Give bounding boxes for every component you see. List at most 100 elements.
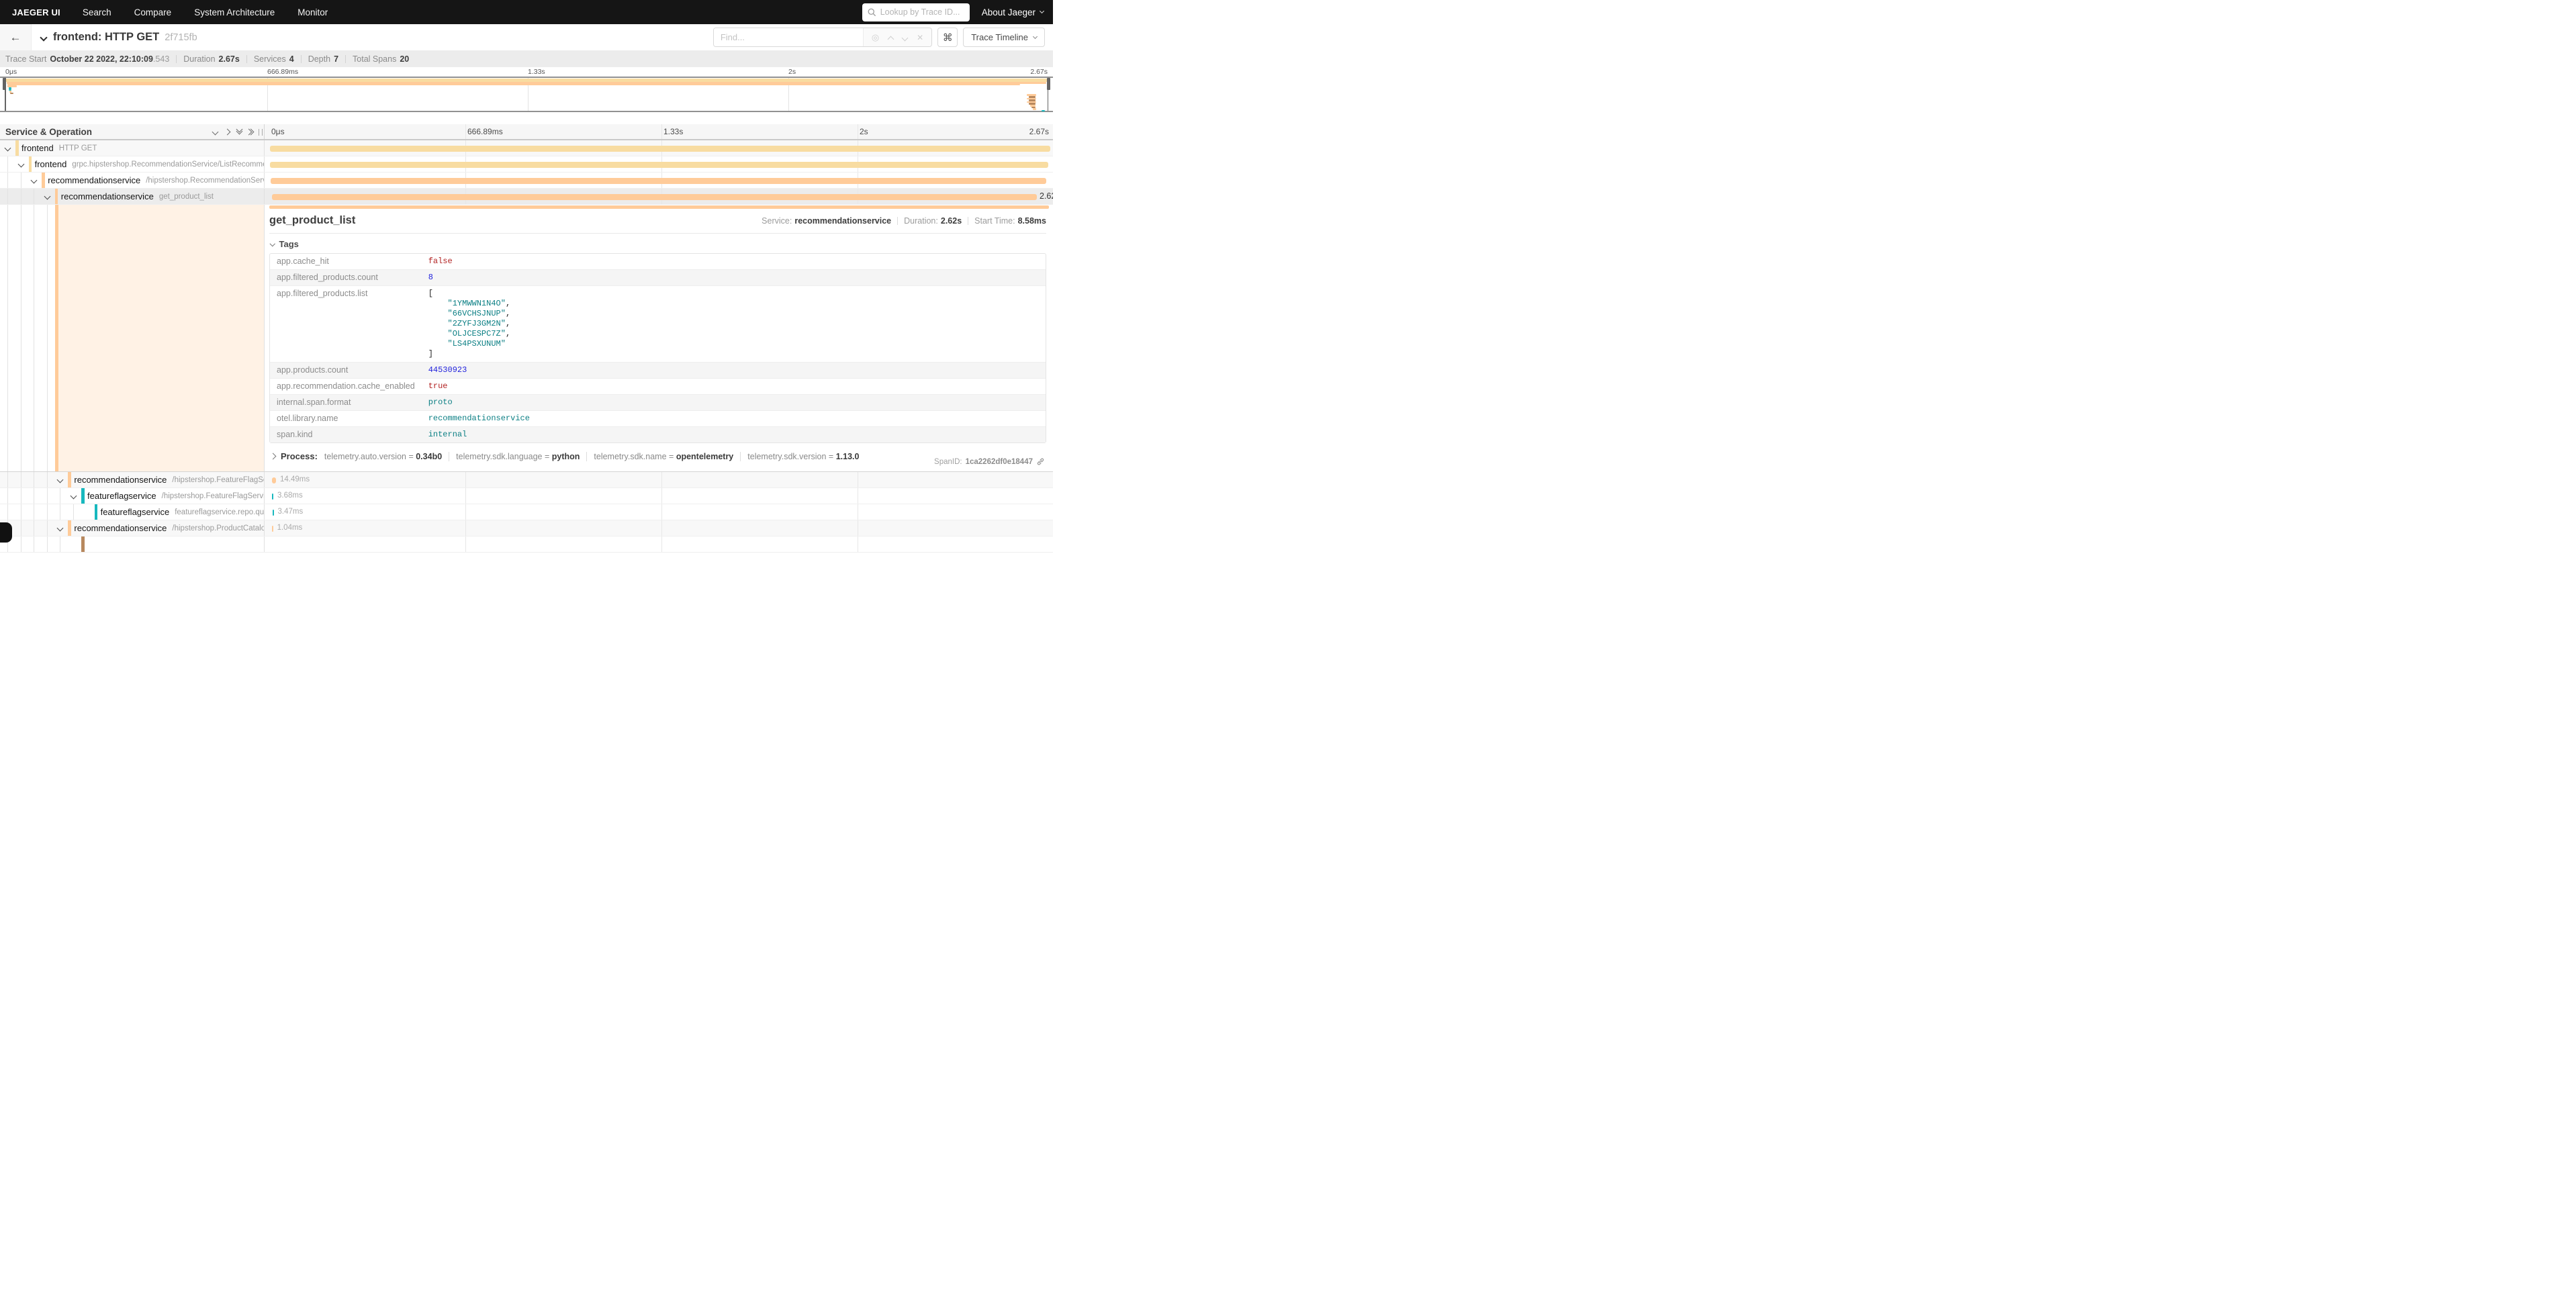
summary-value: 20	[400, 54, 409, 64]
equals-sign: =	[545, 452, 552, 461]
span-duration-bar[interactable]	[272, 194, 1037, 200]
collapse-trace-chevron[interactable]	[41, 32, 46, 44]
span-service-name[interactable]: frontend	[21, 143, 54, 153]
collapse-one-icon[interactable]	[212, 128, 219, 135]
tag-value: proto	[422, 395, 1046, 411]
minimap-left-drag-handle[interactable]	[3, 78, 6, 90]
duration-label: Duration:	[904, 216, 938, 226]
gridline	[465, 536, 466, 552]
about-jaeger-menu[interactable]: About Jaeger	[982, 7, 1044, 17]
nav-item-search[interactable]: Search	[71, 7, 123, 17]
span-service-name[interactable]: frontend	[35, 159, 67, 169]
ruler-tick: 666.89ms	[267, 68, 298, 76]
tag-row: app.cache_hitfalse	[270, 254, 1046, 270]
span-row[interactable]: recommendationservice/hipstershop.Featur…	[0, 472, 1053, 488]
span-timeline-cell[interactable]: 3.47ms	[264, 504, 1053, 520]
span-duration-bar[interactable]	[273, 510, 274, 516]
span-duration-bar[interactable]	[272, 477, 276, 483]
expand-span-chevron[interactable]	[5, 145, 11, 152]
previous-match-icon[interactable]	[888, 36, 894, 42]
service-color-bar	[55, 189, 58, 204]
trace-id-lookup[interactable]	[862, 3, 970, 21]
tags-table: app.cache_hitfalseapp.filtered_products.…	[269, 253, 1046, 443]
span-timeline-cell[interactable]: 14.49ms	[264, 472, 1053, 487]
json-string: "1YMWWN1N4O"	[448, 299, 506, 308]
expand-span-chevron[interactable]	[57, 525, 64, 532]
collapse-all-icon[interactable]	[237, 130, 242, 134]
process-kv: telemetry.sdk.version = 1.13.0	[747, 452, 859, 461]
span-timeline-cell[interactable]	[264, 156, 1053, 172]
tag-value: recommendationservice	[422, 411, 1046, 427]
expand-all-icon[interactable]	[249, 130, 253, 134]
span-service-name[interactable]: recommendationservice	[74, 523, 167, 533]
tags-section-toggle[interactable]: Tags	[271, 239, 1046, 249]
span-duration-label: 2.62s	[1040, 191, 1053, 201]
expand-span-chevron[interactable]	[57, 477, 64, 483]
nav-item-monitor[interactable]: Monitor	[286, 7, 339, 17]
span-duration-bar[interactable]	[272, 494, 273, 500]
span-duration-bar[interactable]	[270, 162, 1048, 168]
span-service-name[interactable]: recommendationservice	[48, 175, 140, 185]
link-icon[interactable]	[1036, 457, 1045, 466]
indent-guide	[7, 504, 8, 520]
column-resize-grip[interactable]	[259, 129, 263, 136]
span-rows-top: frontendHTTP GETfrontendgrpc.hipstershop…	[0, 140, 1053, 205]
focus-match-icon[interactable]: ◎	[872, 32, 879, 43]
keyboard-shortcuts-button[interactable]: ⌘	[937, 28, 958, 47]
span-row[interactable]: featureflagservice featureflagservice.rep…	[0, 504, 1053, 520]
indent-guide	[47, 504, 48, 520]
find-input[interactable]	[714, 28, 863, 46]
span-row[interactable]: recommendationservice/hipstershop.Produc…	[0, 520, 1053, 536]
process-key: telemetry.sdk.name	[594, 452, 669, 461]
json-list-item: "OLJCESPC7Z",	[428, 329, 1039, 339]
trace-id-lookup-input[interactable]	[880, 7, 961, 17]
chevron-down-icon	[270, 241, 275, 246]
minimap-right-drag-handle[interactable]	[1047, 78, 1050, 90]
back-button[interactable]: ←	[0, 24, 32, 50]
indent-guide	[7, 173, 8, 188]
indent-guide	[7, 488, 8, 504]
span-timeline-cell[interactable]: 2.62s	[264, 189, 1053, 204]
expand-span-chevron[interactable]	[31, 177, 38, 184]
span-row[interactable]	[0, 536, 1053, 553]
clear-find-icon[interactable]: ✕	[917, 33, 923, 42]
span-row[interactable]: recommendationserviceget_product_list2.6…	[0, 189, 1053, 205]
span-duration-bar[interactable]	[272, 526, 273, 532]
expand-span-chevron[interactable]	[44, 193, 50, 200]
process-kv: telemetry.sdk.language = python	[456, 452, 580, 461]
span-timeline-cell[interactable]	[264, 536, 1053, 552]
span-row[interactable]: featureflagservice/hipstershop.FeatureFl…	[0, 488, 1053, 504]
search-icon	[868, 8, 876, 17]
span-timeline-cell[interactable]	[264, 140, 1053, 156]
ruler-tick: 2s	[860, 127, 868, 136]
span-service-name[interactable]: featureflagservice	[101, 507, 170, 517]
jaeger-logo[interactable]: JAEGER UI	[0, 7, 71, 17]
span-duration-bar[interactable]	[270, 146, 1050, 152]
span-service-name[interactable]: recommendationservice	[61, 191, 154, 201]
span-row[interactable]: frontendgrpc.hipstershop.RecommendationS…	[0, 156, 1053, 173]
span-duration-bar[interactable]	[271, 178, 1046, 184]
span-operation-name: featureflagservice.repo.query:fe...	[175, 508, 264, 516]
tags-section-label: Tags	[279, 239, 299, 249]
span-timeline-cell[interactable]	[264, 173, 1053, 188]
nav-item-compare[interactable]: Compare	[123, 7, 183, 17]
summary-value: 7	[334, 54, 338, 64]
next-match-icon[interactable]	[902, 35, 909, 42]
nav-item-system-architecture[interactable]: System Architecture	[183, 7, 286, 17]
span-service-name[interactable]: recommendationservice	[74, 475, 167, 485]
span-timeline-cell[interactable]: 3.68ms	[264, 488, 1053, 504]
span-service-name[interactable]: featureflagservice	[87, 491, 156, 501]
process-section-toggle[interactable]: Process: telemetry.auto.version = 0.34b0…	[271, 451, 1046, 461]
gridline	[661, 124, 662, 139]
span-row[interactable]: recommendationservice/hipstershop.Recomm…	[0, 173, 1053, 189]
span-timeline-cell[interactable]: 1.04ms	[264, 520, 1053, 536]
expand-one-icon[interactable]	[224, 128, 231, 135]
expand-span-chevron[interactable]	[71, 493, 77, 500]
trace-view-selector[interactable]: Trace Timeline	[963, 28, 1045, 47]
floating-corner-button[interactable]	[0, 522, 12, 543]
expand-span-chevron[interactable]	[17, 161, 24, 168]
span-row[interactable]: frontendHTTP GET	[0, 140, 1053, 156]
gridline	[465, 488, 466, 504]
span-detail-panel: get_product_list Service:recommendations…	[264, 205, 1053, 471]
minimap-canvas[interactable]	[0, 77, 1053, 112]
